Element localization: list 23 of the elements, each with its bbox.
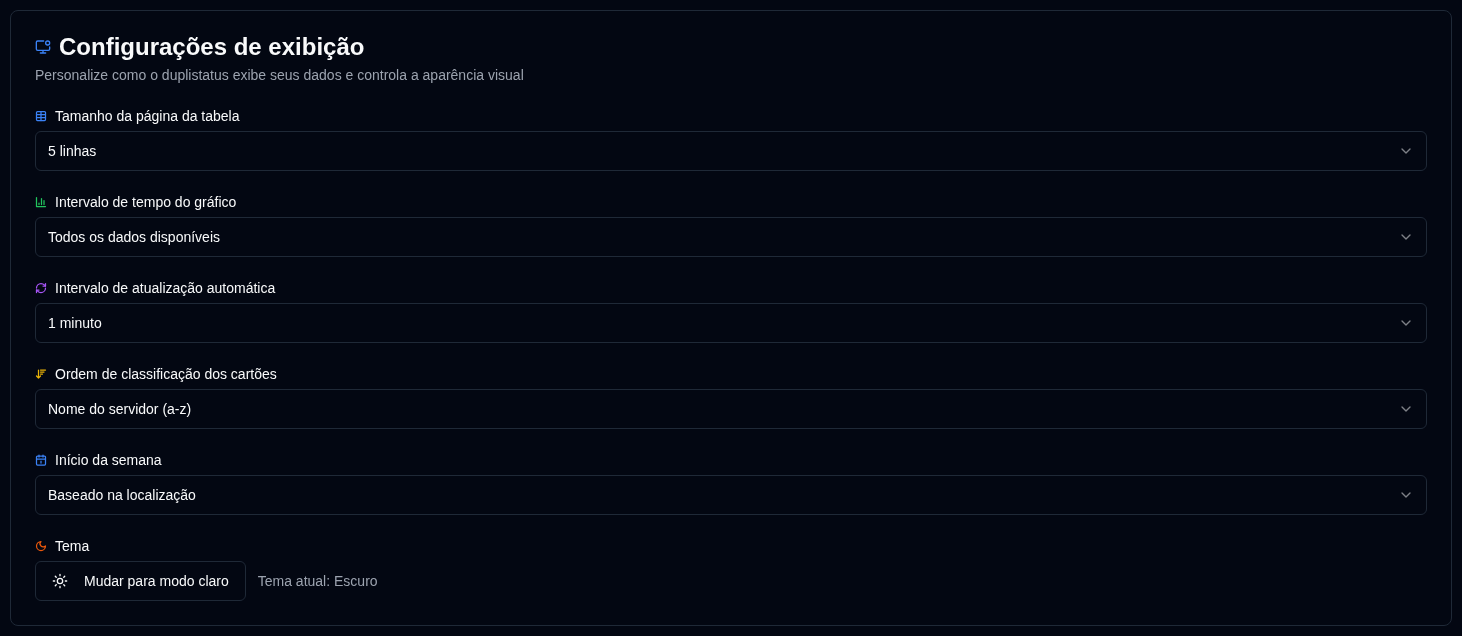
select-field[interactable]: Todos os dados disponíveis [35, 217, 1427, 257]
field-label: Tema [55, 539, 90, 553]
select-field[interactable]: Baseado na localização [35, 475, 1427, 515]
table-icon [35, 110, 47, 122]
field-label: Tamanho da página da tabela [55, 109, 240, 123]
card-subtitle: Personalize como o duplistatus exibe seus dados e controla a aparência visual [35, 66, 525, 85]
field-label: Intervalo de atualização automática [55, 281, 276, 295]
select-field[interactable]: Nome do servidor (a-z) [35, 389, 1427, 429]
theme-status: Tema atual: Escuro [257, 572, 378, 591]
select-field[interactable]: 5 linhas [35, 131, 1427, 171]
select-field[interactable]: 1 minuto [35, 303, 1427, 343]
sort-icon [35, 368, 47, 380]
moon-icon [35, 540, 47, 552]
monitor-icon [35, 39, 51, 55]
field-label: Intervalo de tempo do gráfico [55, 195, 237, 209]
bar-chart-icon [35, 196, 47, 208]
theme-toggle-button[interactable]: Mudar para modo claro [35, 561, 246, 601]
card-title: Configurações de exibição [59, 35, 365, 59]
field-label: Ordem de classificação dos cartões [55, 367, 277, 381]
field-label: Início da semana [55, 453, 162, 467]
calendar-icon [35, 454, 47, 466]
refresh-icon [35, 282, 47, 294]
sun-icon [52, 573, 68, 589]
